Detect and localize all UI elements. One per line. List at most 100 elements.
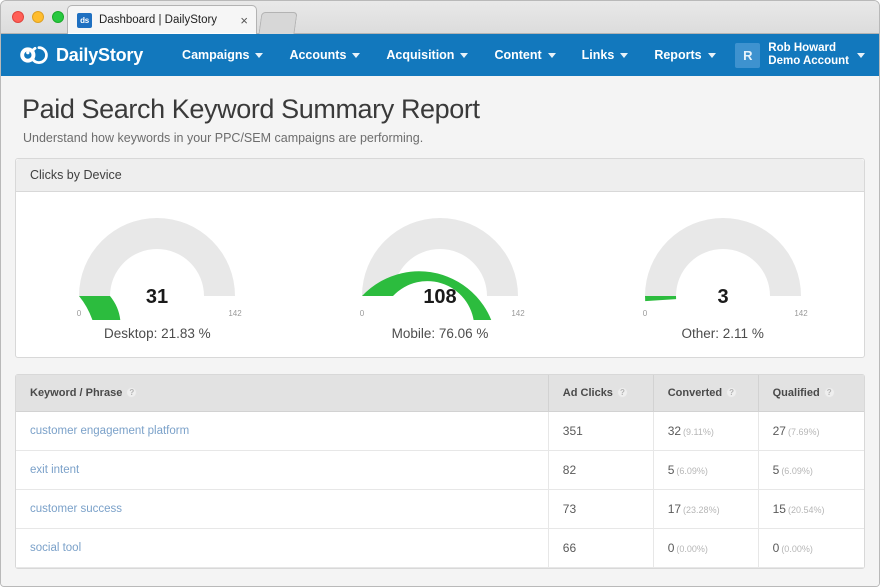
gauge-max-label-other: 142	[794, 309, 808, 318]
cell-converted: 17 (23.28%)	[652, 489, 759, 529]
table-row: exit intent 82 5 (6.09%) 5 (6.09%)	[16, 450, 864, 490]
qualified-percent: (7.69%)	[787, 427, 820, 437]
chevron-down-icon	[620, 52, 629, 58]
page-title: Paid Search Keyword Summary Report	[22, 94, 480, 124]
gauge-min-label-other: 0	[642, 309, 647, 318]
nav-label-content: Content	[494, 48, 542, 62]
minimize-window-button[interactable]	[32, 11, 44, 23]
tab-strip: ds Dashboard | DailyStory ×	[67, 5, 298, 34]
keyword-link[interactable]: social tool	[30, 542, 81, 554]
user-account: Demo Account	[768, 55, 849, 67]
keyword-table-head: Keyword / Phrase? Ad Clicks? Converted? …	[16, 375, 864, 412]
qualified-percent: (6.09%)	[781, 466, 813, 476]
nav-item-accounts[interactable]: Accounts	[276, 48, 373, 62]
user-menu[interactable]: R Rob Howard Demo Account	[735, 34, 865, 76]
column-label-ad-clicks: Ad Clicks	[562, 387, 613, 399]
main-navbar: DailyStory Campaigns Accounts Acquisitio…	[1, 34, 879, 76]
browser-tab-dashboard[interactable]: ds Dashboard | DailyStory ×	[67, 5, 257, 34]
qualified-percent: (0.00%)	[781, 544, 813, 554]
gauge-other-chart: 3 0 142	[642, 218, 808, 318]
page-viewport: DailyStory Campaigns Accounts Acquisitio…	[1, 34, 879, 586]
keyword-link[interactable]: exit intent	[30, 464, 79, 476]
nav-label-links: Links	[581, 48, 615, 62]
browser-titlebar: ds Dashboard | DailyStory ×	[1, 1, 879, 34]
cell-qualified: 15 (20.54%)	[757, 489, 864, 529]
gauge-caption-other: Other: 2.11 %	[681, 326, 764, 341]
cell-converted: 5 (6.09%)	[652, 450, 759, 490]
column-header-keyword[interactable]: Keyword / Phrase?	[16, 375, 549, 412]
browser-window: ds Dashboard | DailyStory × DailyStory C…	[0, 0, 880, 587]
close-icon[interactable]: ×	[240, 14, 248, 27]
table-row: social tool 66 0 (0.00%) 0 (0.00%)	[16, 528, 864, 568]
qualified-value: 0	[772, 541, 780, 555]
chevron-down-icon	[255, 52, 264, 58]
keyword-table-body: customer engagement platform 351 32 (9.11…	[16, 411, 864, 568]
converted-value: 17	[667, 502, 682, 516]
cell-qualified: 27 (7.69%)	[757, 411, 864, 451]
converted-value: 0	[667, 541, 675, 555]
help-icon[interactable]: ?	[126, 387, 138, 398]
cell-ad-clicks: 73	[547, 489, 654, 529]
gauge-fill	[644, 296, 676, 302]
qualified-value: 27	[772, 424, 786, 438]
gauge-desktop: 31 0 142 Desktop: 21.83 %	[16, 202, 299, 341]
close-window-button[interactable]	[12, 11, 24, 23]
keyword-link[interactable]: customer engagement platform	[30, 425, 189, 437]
gauge-track	[79, 218, 236, 296]
dailystory-favicon: ds	[77, 12, 92, 28]
gauge-min-label-mobile: 0	[360, 309, 365, 318]
clicks-by-device-title: Clicks by Device	[16, 159, 864, 192]
user-name: Rob Howard	[768, 42, 836, 54]
column-header-ad-clicks[interactable]: Ad Clicks?	[547, 375, 654, 412]
gauge-caption-mobile: Mobile: 76.06 %	[391, 326, 489, 341]
column-header-converted[interactable]: Converted?	[652, 375, 759, 412]
column-label-converted: Converted	[667, 387, 723, 399]
gauge-desktop-chart: 31 0 142	[77, 218, 243, 320]
nav-item-acquisition[interactable]: Acquisition	[373, 48, 481, 62]
brand-logo[interactable]: DailyStory	[19, 45, 143, 66]
converted-percent: (6.09%)	[676, 466, 708, 476]
chevron-down-icon	[857, 52, 865, 58]
help-icon[interactable]: ?	[726, 387, 738, 398]
tab-title: Dashboard | DailyStory	[99, 14, 218, 26]
nav-label-campaigns: Campaigns	[182, 48, 250, 62]
clicks-by-device-panel: Clicks by Device 31 0 142 Desktop: 21.83	[15, 158, 865, 358]
converted-percent: (0.00%)	[676, 544, 708, 554]
column-header-qualified[interactable]: Qualified?	[757, 375, 864, 412]
keyword-table: Keyword / Phrase? Ad Clicks? Converted? …	[16, 375, 864, 568]
nav-items: Campaigns Accounts Acquisition Content L…	[169, 48, 729, 62]
gauge-value-desktop: 31	[146, 286, 168, 308]
keyword-link[interactable]: customer success	[30, 503, 122, 515]
chevron-down-icon	[460, 52, 469, 58]
page-subtitle: Understand how keywords in your PPC/SEM …	[23, 131, 424, 145]
maximize-window-button[interactable]	[52, 11, 64, 23]
cell-converted: 32 (9.11%)	[652, 411, 759, 451]
gauge-max-label-mobile: 142	[511, 309, 525, 318]
cell-converted: 0 (0.00%)	[652, 528, 759, 568]
gauge-other: 3 0 142 Other: 2.11 %	[581, 202, 864, 341]
cell-keyword: customer success	[16, 489, 549, 529]
gauge-caption-desktop: Desktop: 21.83 %	[104, 326, 211, 341]
keyword-table-panel: Keyword / Phrase? Ad Clicks? Converted? …	[15, 374, 865, 569]
nav-item-content[interactable]: Content	[481, 48, 568, 62]
help-icon[interactable]: ?	[616, 387, 628, 398]
gauge-mobile: 108 0 142 Mobile: 76.06 %	[299, 202, 582, 341]
cell-qualified: 5 (6.09%)	[757, 450, 864, 490]
column-label-qualified: Qualified	[772, 387, 820, 399]
nav-item-campaigns[interactable]: Campaigns	[169, 48, 276, 62]
qualified-value: 15	[772, 502, 786, 516]
table-row: customer engagement platform 351 32 (9.11…	[16, 411, 864, 451]
cell-keyword: customer engagement platform	[16, 411, 549, 451]
help-icon[interactable]: ?	[823, 387, 835, 398]
new-tab-button[interactable]	[258, 12, 298, 34]
converted-value: 32	[667, 424, 682, 438]
nav-item-links[interactable]: Links	[569, 48, 642, 62]
nav-label-reports: Reports	[654, 48, 702, 62]
ad-clicks-value: 82	[562, 463, 577, 477]
nav-item-reports[interactable]: Reports	[641, 48, 728, 62]
page-content: Paid Search Keyword Summary Report Under…	[1, 76, 879, 569]
chevron-down-icon	[707, 52, 716, 58]
avatar: R	[735, 42, 761, 68]
converted-percent: (23.28%)	[683, 505, 720, 515]
window-controls	[12, 11, 64, 23]
